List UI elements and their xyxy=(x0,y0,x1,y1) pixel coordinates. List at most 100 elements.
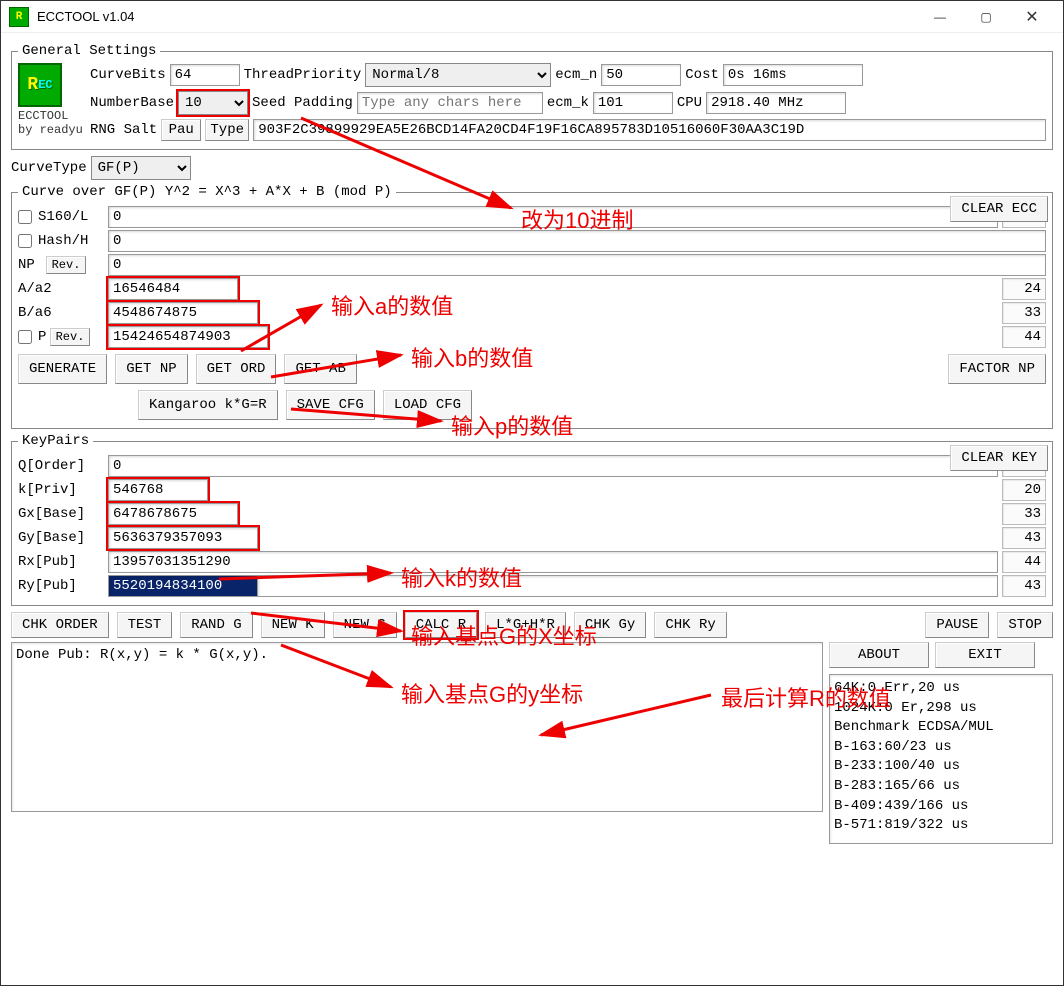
general-legend: General Settings xyxy=(18,43,160,59)
clear-ecc-button[interactable]: CLEAR ECC xyxy=(950,196,1048,222)
ba6-input[interactable] xyxy=(108,302,258,324)
loadcfg-button[interactable]: LOAD CFG xyxy=(383,390,472,420)
kpriv-input[interactable] xyxy=(108,479,208,501)
aa2-label: A/a2 xyxy=(18,281,52,297)
np-label: NP xyxy=(18,257,46,273)
ry-label: Ry[Pub] xyxy=(18,578,77,594)
s160l-input[interactable] xyxy=(108,206,998,228)
threadpriority-select[interactable]: Normal/8 xyxy=(365,63,551,87)
threadpriority-label: ThreadPriority xyxy=(244,67,362,83)
type-button[interactable]: Type xyxy=(205,119,249,141)
curve-legend: Curve over GF(P) Y^2 = X^3 + A*X + B (mo… xyxy=(18,184,396,200)
getab-button[interactable]: GET AB xyxy=(284,354,356,384)
rngsalt-input[interactable] xyxy=(253,119,1046,141)
chkgy-button[interactable]: CHK Gy xyxy=(574,612,646,638)
kpriv-len: 20 xyxy=(1002,479,1046,501)
titlebar: R ECCTOOL v1.04 — ▢ ✕ xyxy=(1,1,1063,33)
getnp-button[interactable]: GET NP xyxy=(115,354,187,384)
cost-label: Cost xyxy=(685,67,719,83)
gx-label: Gx[Base] xyxy=(18,506,85,522)
cost-display xyxy=(723,64,863,86)
s160l-checkbox[interactable] xyxy=(18,210,36,224)
ry-input-rest[interactable] xyxy=(258,575,998,597)
savecfg-button[interactable]: SAVE CFG xyxy=(286,390,375,420)
aa2-input[interactable] xyxy=(108,278,238,300)
s160l-label: S160/L xyxy=(38,209,88,225)
clear-key-button[interactable]: CLEAR KEY xyxy=(950,445,1048,471)
hashh-label: Hash/H xyxy=(38,233,88,249)
about-button[interactable]: ABOUT xyxy=(829,642,929,668)
curvebits-label: CurveBits xyxy=(90,67,166,83)
curvetype-select[interactable]: GF(P) xyxy=(91,156,191,180)
ecm-k-label: ecm_k xyxy=(547,95,589,111)
pau-button[interactable]: Pau xyxy=(161,119,201,141)
p-checkbox[interactable] xyxy=(18,330,36,344)
generate-button[interactable]: GENERATE xyxy=(18,354,107,384)
cpu-label: CPU xyxy=(677,95,702,111)
rx-label: Rx[Pub] xyxy=(18,554,77,570)
gx-len: 33 xyxy=(1002,503,1046,525)
cpu-display xyxy=(706,92,846,114)
getord-button[interactable]: GET ORD xyxy=(196,354,277,384)
curve-group: Curve over GF(P) Y^2 = X^3 + A*X + B (mo… xyxy=(11,184,1053,429)
ba6-label: B/a6 xyxy=(18,305,52,321)
ba6-len: 33 xyxy=(1002,302,1046,324)
seedpadding-label: Seed Padding xyxy=(252,95,353,111)
rx-input[interactable] xyxy=(108,551,998,573)
gy-label: Gy[Base] xyxy=(18,530,85,546)
curvebits-input[interactable] xyxy=(170,64,240,86)
rx-len: 44 xyxy=(1002,551,1046,573)
newk-button[interactable]: NEW K xyxy=(261,612,325,638)
gy-len: 43 xyxy=(1002,527,1046,549)
log-textarea[interactable] xyxy=(11,642,823,812)
logo-text1: ECCTOOL xyxy=(18,109,90,123)
kpriv-label: k[Priv] xyxy=(18,482,77,498)
ecm-k-input[interactable] xyxy=(593,92,673,114)
gx-input[interactable] xyxy=(108,503,238,525)
ecm-n-label: ecm_n xyxy=(555,67,597,83)
newg-button[interactable]: NEW G xyxy=(333,612,397,638)
stop-button[interactable]: STOP xyxy=(997,612,1053,638)
aa2-len: 24 xyxy=(1002,278,1046,300)
general-settings-group: General Settings REC ECCTOOL by readyu C… xyxy=(11,43,1053,150)
keypairs-group: KeyPairs CLEAR KEY Q[Order] 0 k[Priv] 20… xyxy=(11,433,1053,606)
pause-button[interactable]: PAUSE xyxy=(925,612,989,638)
gy-input[interactable] xyxy=(108,527,258,549)
p-len: 44 xyxy=(1002,326,1046,348)
seedpadding-input[interactable] xyxy=(357,92,543,114)
logo-text2: by readyu xyxy=(18,123,90,137)
p-rev-button[interactable]: Rev. xyxy=(50,328,90,346)
ecm-n-input[interactable] xyxy=(601,64,681,86)
window-title: ECCTOOL v1.04 xyxy=(37,9,917,24)
close-button[interactable]: ✕ xyxy=(1009,1,1055,33)
chkry-button[interactable]: CHK Ry xyxy=(654,612,726,638)
qorder-input[interactable] xyxy=(108,455,998,477)
maximize-button[interactable]: ▢ xyxy=(963,1,1009,33)
np-input[interactable] xyxy=(108,254,1046,276)
factornp-button[interactable]: FACTOR NP xyxy=(948,354,1046,384)
lghhr-button[interactable]: L*G+H*R xyxy=(485,612,566,638)
hashh-input[interactable] xyxy=(108,230,1046,252)
keypairs-legend: KeyPairs xyxy=(18,433,93,449)
hashh-checkbox[interactable] xyxy=(18,234,36,248)
numberbase-label: NumberBase xyxy=(90,95,174,111)
window: R ECCTOOL v1.04 — ▢ ✕ General Settings R… xyxy=(0,0,1064,986)
calcr-button[interactable]: CALC R xyxy=(405,612,477,638)
app-icon: R xyxy=(9,7,29,27)
minimize-button[interactable]: — xyxy=(917,1,963,33)
chkorder-button[interactable]: CHK ORDER xyxy=(11,612,109,638)
np-rev-button[interactable]: Rev. xyxy=(46,256,86,274)
ry-len: 43 xyxy=(1002,575,1046,597)
randg-button[interactable]: RAND G xyxy=(180,612,252,638)
status-textarea[interactable]: 64K:0 Err,20 us 1024K:0 Er,298 us Benchm… xyxy=(829,674,1053,844)
logo-icon: REC xyxy=(18,63,62,107)
test-button[interactable]: TEST xyxy=(117,612,173,638)
logo-block: REC ECCTOOL by readyu xyxy=(18,63,90,141)
p-label: P xyxy=(38,329,50,345)
exit-button[interactable]: EXIT xyxy=(935,642,1035,668)
p-input[interactable] xyxy=(108,326,268,348)
ry-input[interactable]: 5520194834100 xyxy=(108,575,258,597)
qorder-label: Q[Order] xyxy=(18,458,85,474)
numberbase-select[interactable]: 10 xyxy=(178,91,248,115)
kangaroo-button[interactable]: Kangaroo k*G=R xyxy=(138,390,278,420)
